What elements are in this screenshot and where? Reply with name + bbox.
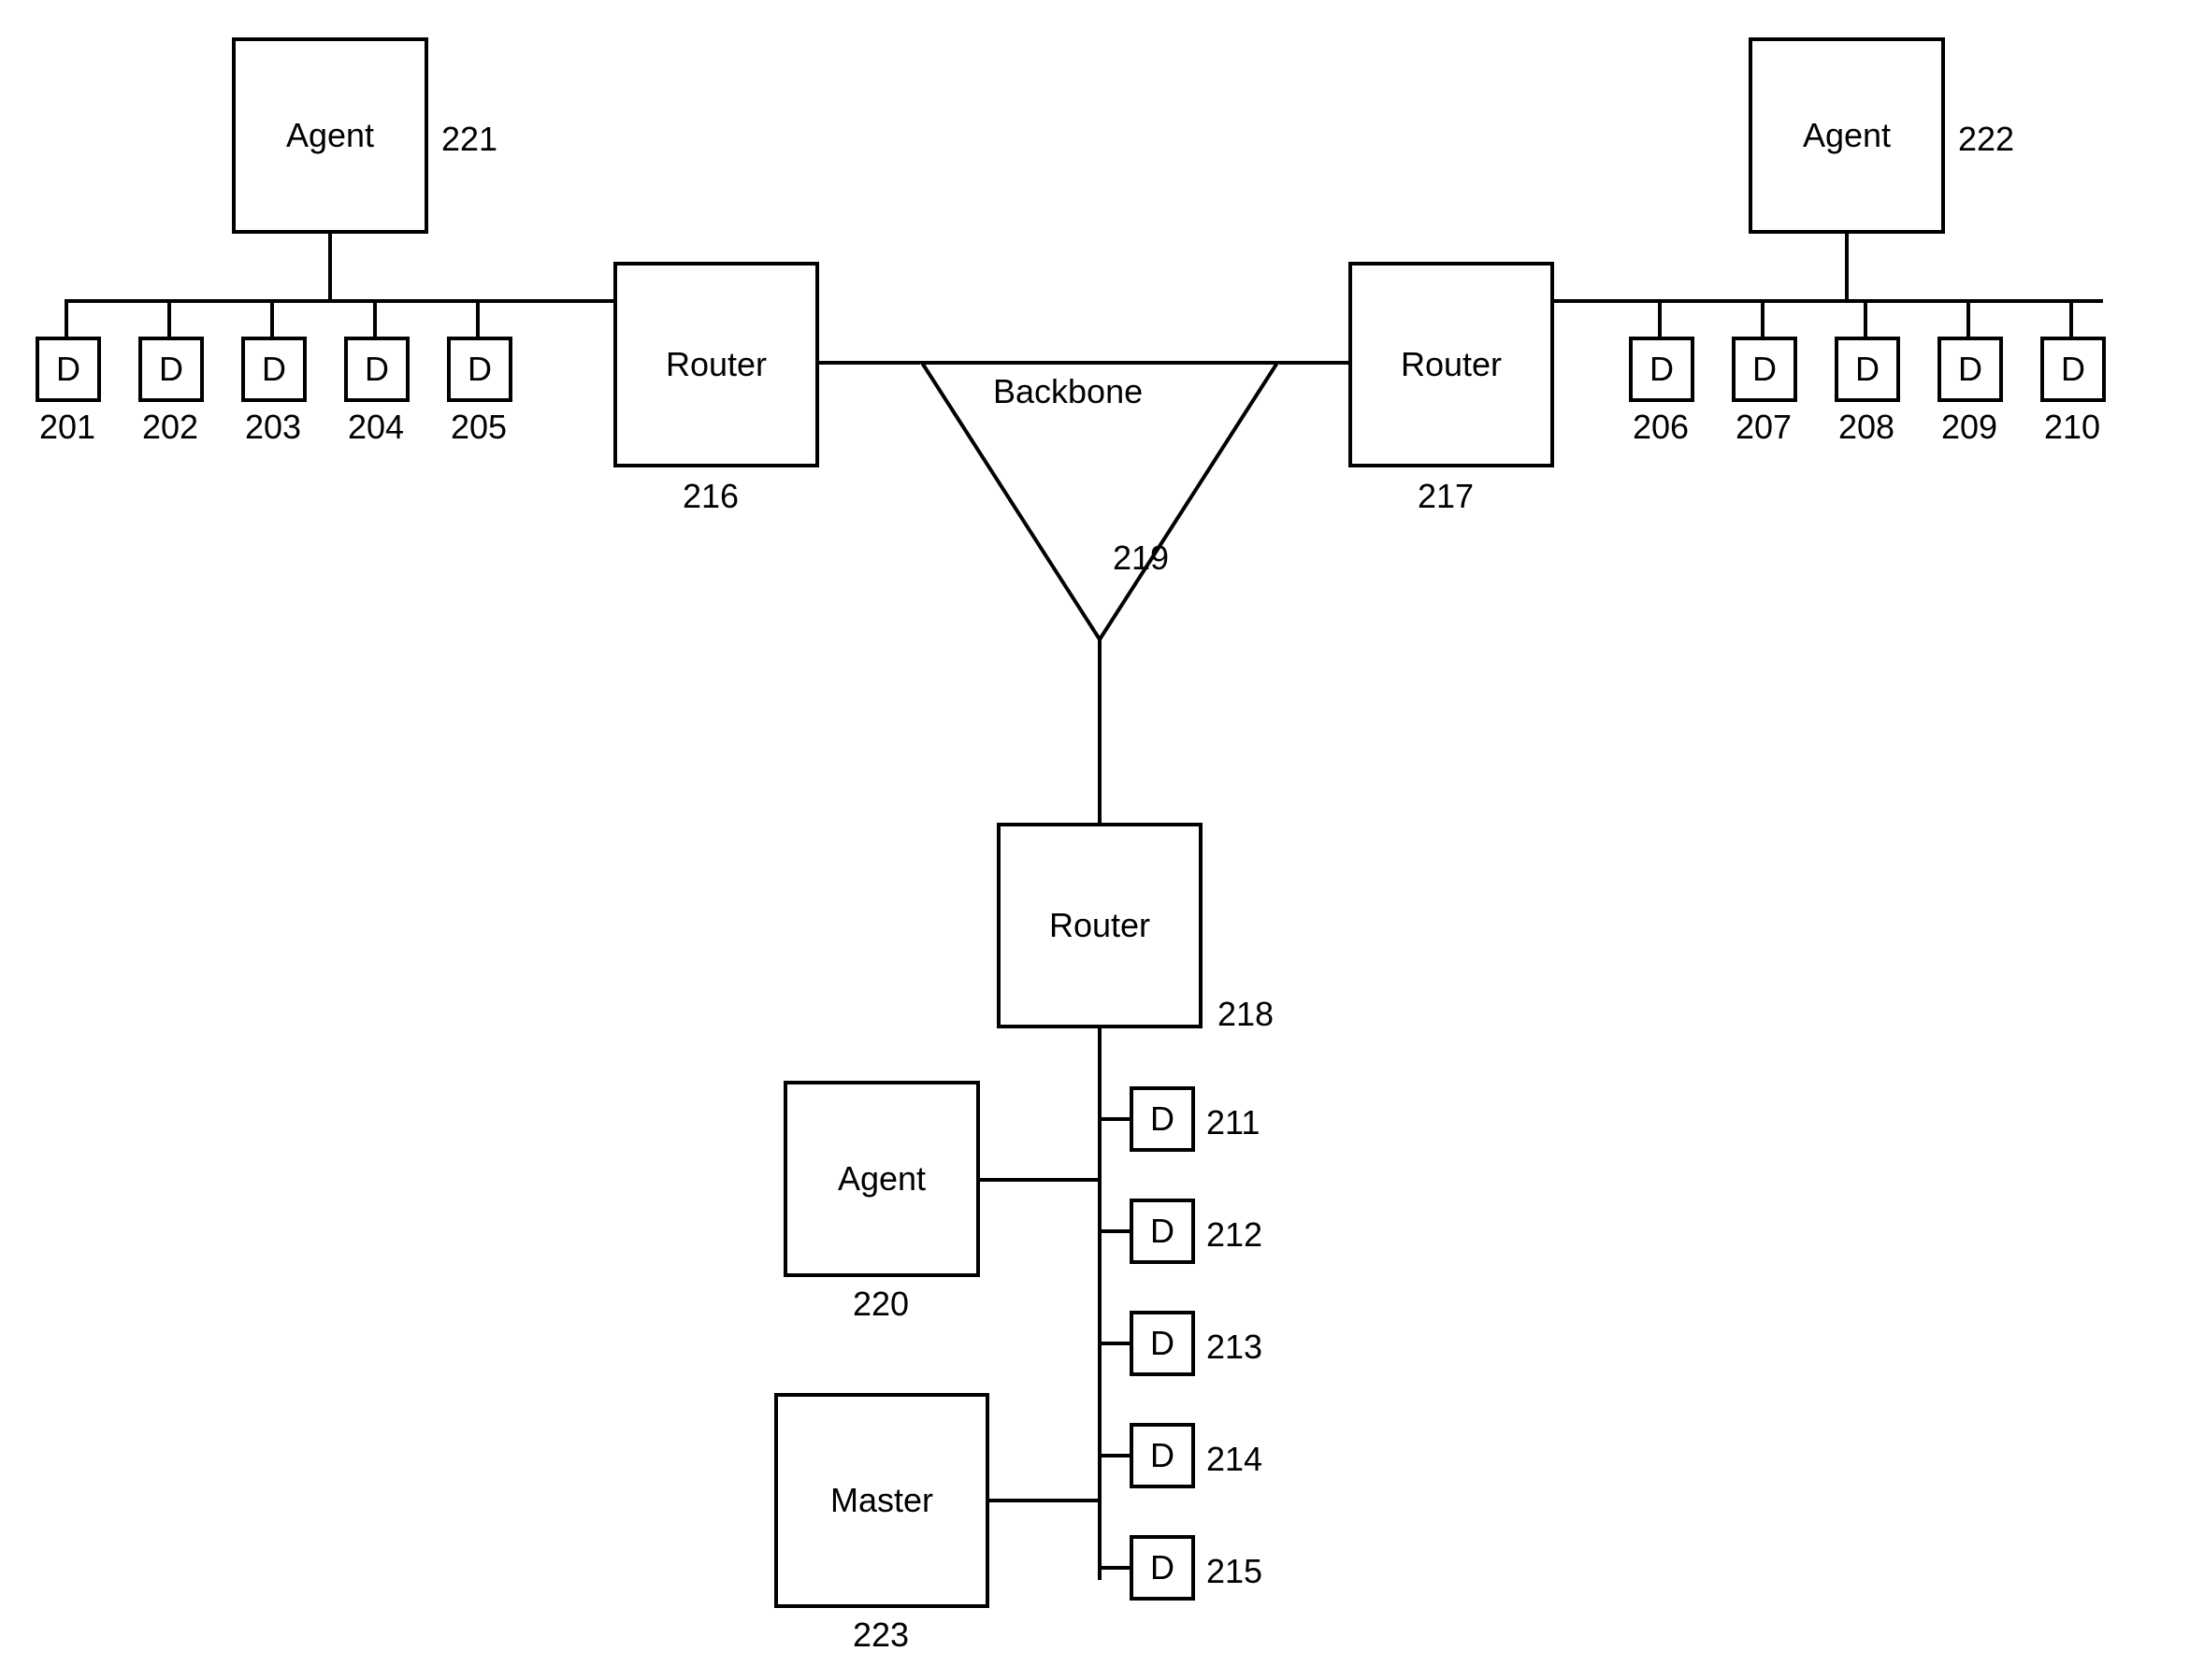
d205-stub: [476, 299, 480, 337]
d202-label: D: [159, 350, 183, 389]
d209-num: 209: [1941, 408, 1997, 447]
d-212-box: D: [1130, 1199, 1195, 1264]
d203-stub: [270, 299, 274, 337]
d201-num: 201: [39, 408, 95, 447]
agent-220-box: Agent: [784, 1081, 980, 1277]
d212-stub: [1102, 1229, 1130, 1233]
d-202-box: D: [138, 337, 204, 402]
d-215-box: D: [1130, 1535, 1195, 1601]
r216-to-backbone: [819, 361, 920, 365]
d213-label: D: [1150, 1324, 1174, 1363]
d-214-box: D: [1130, 1423, 1195, 1488]
d215-label: D: [1150, 1548, 1174, 1587]
router-218-box: Router: [997, 823, 1203, 1028]
router218-label: Router: [1049, 906, 1150, 945]
backbone-num: 219: [1113, 538, 1169, 578]
master223-stub: [989, 1499, 1098, 1502]
d211-label: D: [1150, 1099, 1174, 1139]
d215-stub: [1102, 1566, 1130, 1570]
router-217-box: Router: [1348, 262, 1554, 467]
d210-stub: [2069, 299, 2073, 337]
d210-label: D: [2061, 350, 2085, 389]
d-204-box: D: [344, 337, 410, 402]
agent-221-num: 221: [441, 120, 497, 159]
d209-label: D: [1958, 350, 1982, 389]
d205-num: 205: [451, 408, 507, 447]
d-205-box: D: [447, 337, 512, 402]
agent-220-label: Agent: [838, 1159, 926, 1199]
d201-stub: [65, 299, 68, 337]
d203-label: D: [262, 350, 286, 389]
d213-stub: [1102, 1342, 1130, 1345]
d204-label: D: [365, 350, 389, 389]
d206-stub: [1658, 299, 1662, 337]
d-210-box: D: [2040, 337, 2106, 402]
agent-222-label: Agent: [1803, 116, 1891, 155]
d212-num: 212: [1206, 1215, 1262, 1255]
bottom-bus: [1098, 1028, 1102, 1580]
agent-220-num: 220: [853, 1285, 909, 1324]
backbone-label: Backbone: [993, 372, 1143, 411]
master-223-box: Master: [774, 1393, 989, 1608]
d207-stub: [1761, 299, 1765, 337]
d-207-box: D: [1732, 337, 1797, 402]
d209-stub: [1966, 299, 1970, 337]
d-203-box: D: [241, 337, 307, 402]
d214-label: D: [1150, 1436, 1174, 1475]
d208-stub: [1864, 299, 1867, 337]
master-223-num: 223: [853, 1615, 909, 1655]
d204-stub: [373, 299, 377, 337]
d214-stub: [1102, 1454, 1130, 1457]
d202-num: 202: [142, 408, 198, 447]
d201-label: D: [56, 350, 80, 389]
d-201-box: D: [36, 337, 101, 402]
router216-label: Router: [666, 345, 767, 384]
agent-222-box: Agent: [1749, 37, 1945, 234]
d215-num: 215: [1206, 1552, 1262, 1591]
router218-num: 218: [1217, 995, 1274, 1034]
backbone-to-r217: [1279, 361, 1348, 365]
d202-stub: [167, 299, 171, 337]
d-213-box: D: [1130, 1311, 1195, 1376]
d-206-box: D: [1629, 337, 1694, 402]
d214-num: 214: [1206, 1440, 1262, 1479]
router-216-box: Router: [613, 262, 819, 467]
left-bus: [65, 299, 613, 303]
router217-num: 217: [1418, 477, 1474, 516]
d211-num: 211: [1206, 1103, 1260, 1142]
d207-label: D: [1752, 350, 1777, 389]
agent222-drop: [1845, 234, 1849, 299]
backbone-to-r218: [1098, 639, 1102, 823]
d208-label: D: [1855, 350, 1880, 389]
d212-label: D: [1150, 1212, 1174, 1251]
d210-num: 210: [2044, 408, 2100, 447]
router217-label: Router: [1401, 345, 1502, 384]
master-223-label: Master: [830, 1481, 933, 1520]
d-209-box: D: [1938, 337, 2003, 402]
d205-label: D: [468, 350, 492, 389]
d213-num: 213: [1206, 1328, 1262, 1367]
d-208-box: D: [1835, 337, 1900, 402]
right-bus: [1554, 299, 2103, 303]
d203-num: 203: [245, 408, 301, 447]
agent-221-box: Agent: [232, 37, 428, 234]
agent221-drop: [328, 234, 332, 299]
router216-num: 216: [683, 477, 739, 516]
d207-num: 207: [1736, 408, 1792, 447]
d208-num: 208: [1838, 408, 1894, 447]
d204-num: 204: [348, 408, 404, 447]
d206-num: 206: [1633, 408, 1689, 447]
agent-221-label: Agent: [286, 116, 374, 155]
agent220-stub: [980, 1178, 1098, 1182]
d-211-box: D: [1130, 1086, 1195, 1152]
d211-stub: [1102, 1117, 1130, 1121]
agent-222-num: 222: [1958, 120, 2014, 159]
d206-label: D: [1649, 350, 1674, 389]
